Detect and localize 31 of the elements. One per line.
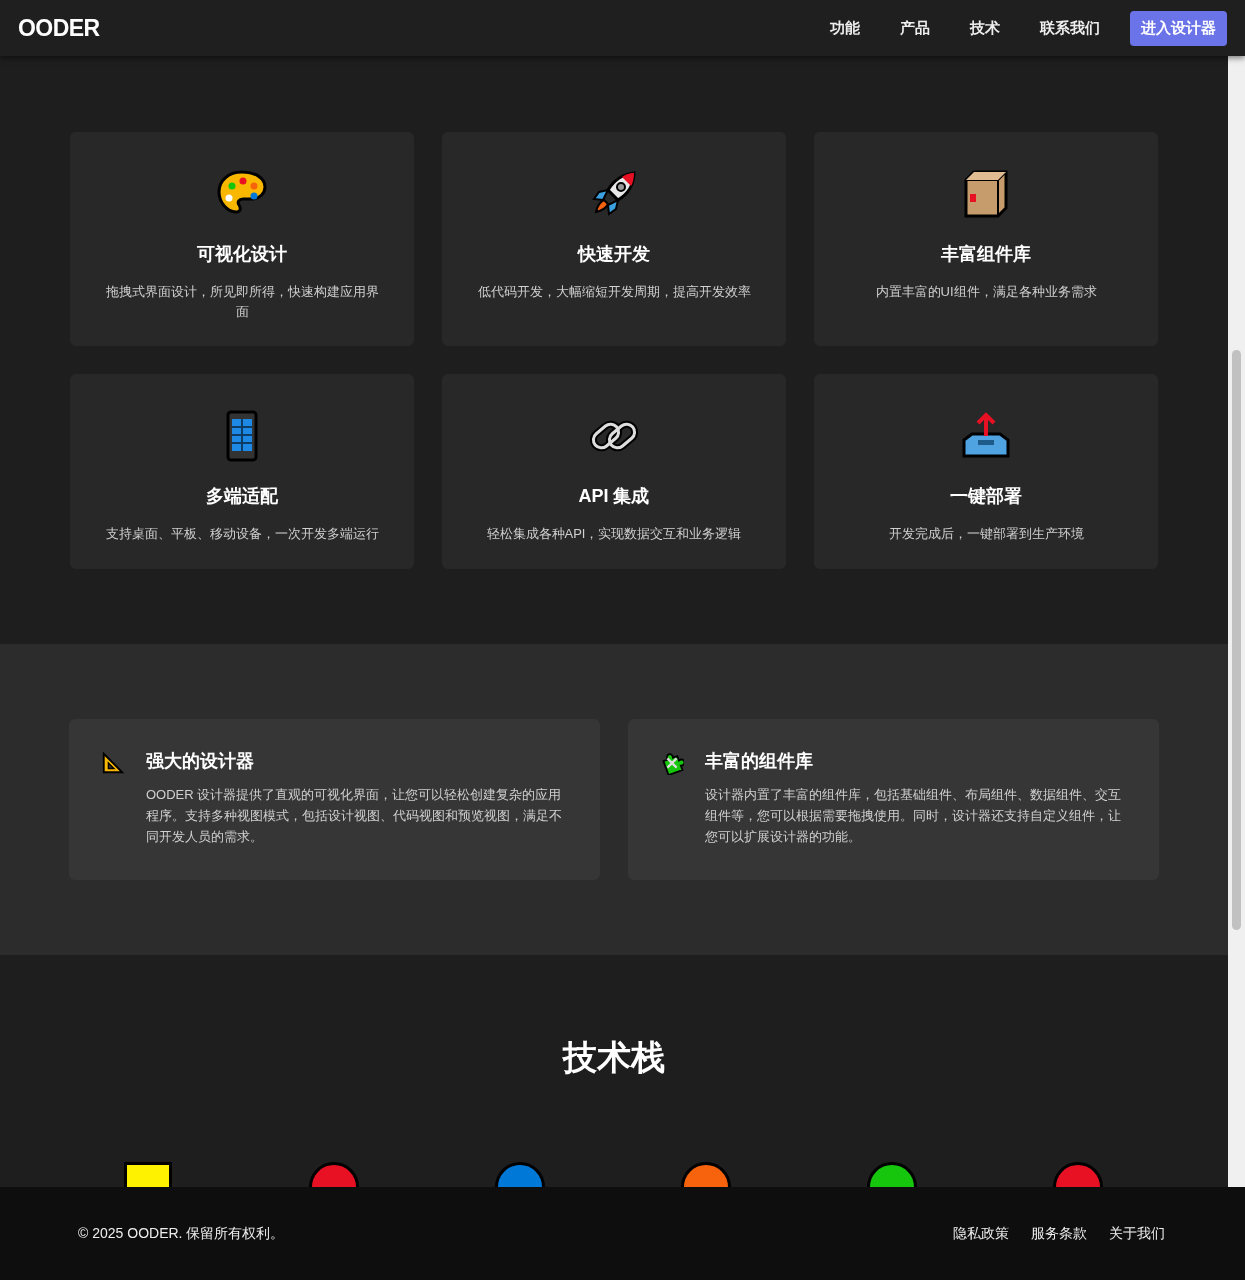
feature-title: 丰富组件库 [941,243,1031,266]
highlight-description: OODER 设计器提供了直观的可视化界面，让您可以轻松创建复杂的应用程序。支持多种视图模式，包括设计视图、代码视图和预览视图，满足不同开发人员的需求。 [146,786,563,846]
feature-title: 多端适配 [206,485,278,508]
feature-description: 低代码开发，大幅缩短开发周期，提高开发效率 [477,283,751,301]
feature-description: 内置丰富的UI组件，满足各种业务需求 [875,283,1097,301]
footer-link[interactable]: 关于我们 [1109,1223,1165,1244]
puzzle-piece-icon [660,751,684,775]
section-heading: 技术栈 [561,1037,666,1078]
nav-link[interactable]: 功能 [830,16,860,40]
scrollbar[interactable] [1228,56,1245,1187]
feature-description: 轻松集成各种API，实现数据交互和业务逻辑 [486,525,742,543]
feature-description: 拖拽式界面设计，所见即所得，快速构建应用界面 [104,283,380,321]
nav-link[interactable]: 技术 [970,16,1000,40]
highlight-title: 丰富的组件库 [705,750,814,773]
scrollbar-thumb[interactable] [1232,350,1241,930]
nav-link[interactable]: 产品 [900,16,930,40]
site-logo[interactable]: OODER [18,10,100,46]
copyright-text: © 2025 OODER. 保留所有权利。 [78,1224,285,1243]
nav-link[interactable]: 联系我们 [1040,16,1100,40]
highlight-title: 强大的设计器 [146,750,255,773]
feature-description: 开发完成后，一键部署到生产环境 [888,525,1084,543]
feature-title: 可视化设计 [197,243,287,266]
feature-title: 快速开发 [578,243,650,266]
enter-designer-button[interactable]: 进入设计器 [1130,10,1227,46]
feature-description: 支持桌面、平板、移动设备，一次开发多端运行 [105,525,379,543]
footer-link[interactable]: 服务条款 [1031,1223,1087,1244]
footer-link[interactable]: 隐私政策 [953,1223,1009,1244]
feature-title: 一键部署 [950,485,1022,508]
highlight-description: 设计器内置了丰富的组件库，包括基础组件、布局组件、数据组件、交互组件等，您可以根据需要拖拽使用。同时，设计器还支持自定义组件，让您可以扩展设计器的功能。 [705,786,1122,846]
feature-title: API 集成 [578,485,650,508]
triangle-ruler-icon [101,751,125,775]
